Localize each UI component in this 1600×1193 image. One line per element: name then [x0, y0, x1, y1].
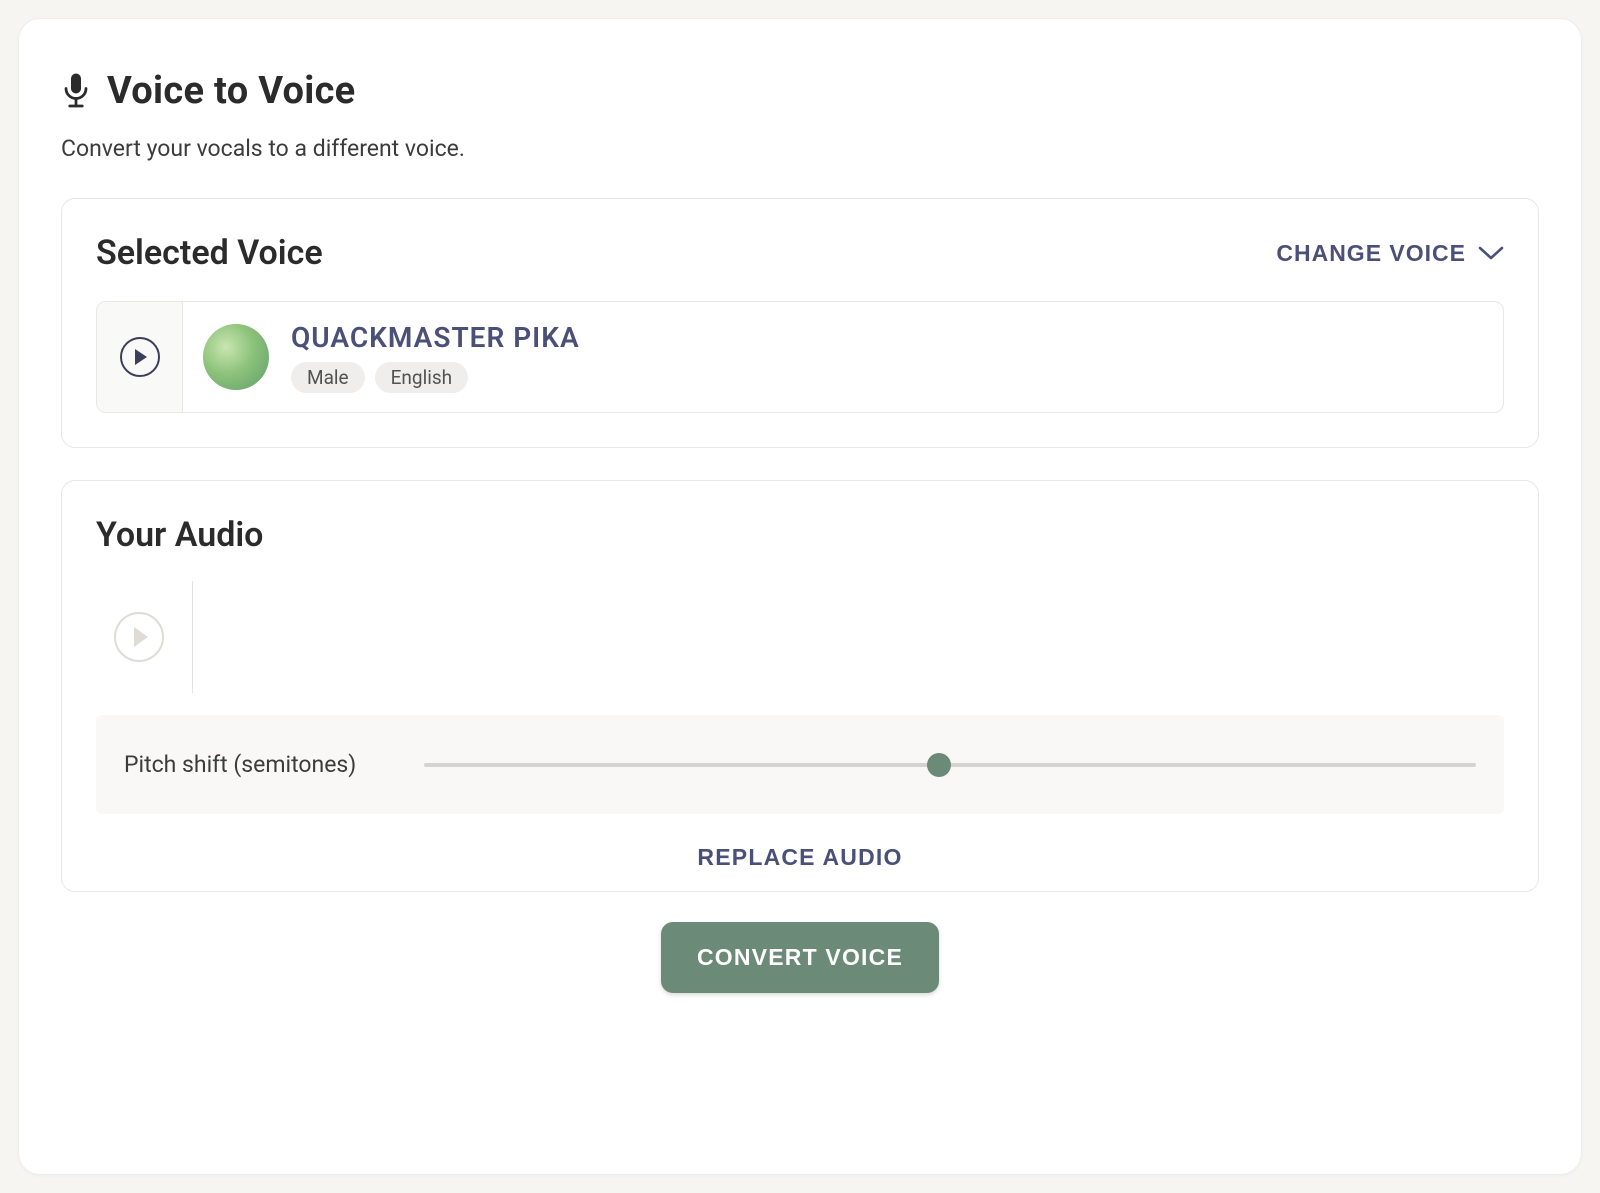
voice-tags: Male English: [291, 362, 580, 393]
replace-audio-row: REPLACE AUDIO: [96, 844, 1504, 871]
convert-voice-button[interactable]: CONVERT VOICE: [661, 922, 939, 993]
change-voice-label: CHANGE VOICE: [1276, 240, 1466, 267]
pitch-shift-label: Pitch shift (semitones): [124, 751, 384, 778]
play-icon: [120, 337, 160, 377]
page-subtitle: Convert your vocals to a different voice…: [61, 135, 1539, 162]
voice-name: QUACKMASTER PIKA: [291, 321, 580, 354]
selected-voice-title: Selected Voice: [96, 233, 323, 273]
selected-voice-body: QUACKMASTER PIKA Male English: [183, 302, 1503, 412]
preview-voice-button[interactable]: [97, 302, 183, 412]
page-header: Voice to Voice: [61, 69, 1539, 113]
voice-tag: English: [375, 362, 468, 393]
chevron-down-icon: [1478, 240, 1504, 267]
voice-tag: Male: [291, 362, 365, 393]
voice-avatar: [203, 324, 269, 390]
page-title: Voice to Voice: [107, 69, 356, 113]
convert-row: CONVERT VOICE: [61, 922, 1539, 993]
play-audio-button[interactable]: [114, 581, 164, 693]
pitch-shift-slider[interactable]: [424, 763, 1476, 767]
selected-voice-row: QUACKMASTER PIKA Male English: [96, 301, 1504, 413]
change-voice-button[interactable]: CHANGE VOICE: [1276, 240, 1504, 267]
pitch-shift-thumb[interactable]: [927, 753, 951, 777]
your-audio-panel: Your Audio Pitch shift (semitones) REPLA…: [61, 480, 1539, 892]
replace-audio-button[interactable]: REPLACE AUDIO: [697, 844, 902, 871]
selected-voice-panel: Selected Voice CHANGE VOICE QUACKMASTER …: [61, 198, 1539, 448]
divider: [192, 581, 193, 693]
voice-info: QUACKMASTER PIKA Male English: [291, 321, 580, 393]
audio-controls: [96, 581, 1504, 693]
your-audio-title: Your Audio: [96, 515, 1504, 555]
selected-voice-header: Selected Voice CHANGE VOICE: [96, 233, 1504, 273]
microphone-icon: [61, 71, 91, 111]
app-card: Voice to Voice Convert your vocals to a …: [18, 18, 1582, 1175]
pitch-shift-block: Pitch shift (semitones): [96, 715, 1504, 814]
play-icon: [114, 612, 164, 662]
